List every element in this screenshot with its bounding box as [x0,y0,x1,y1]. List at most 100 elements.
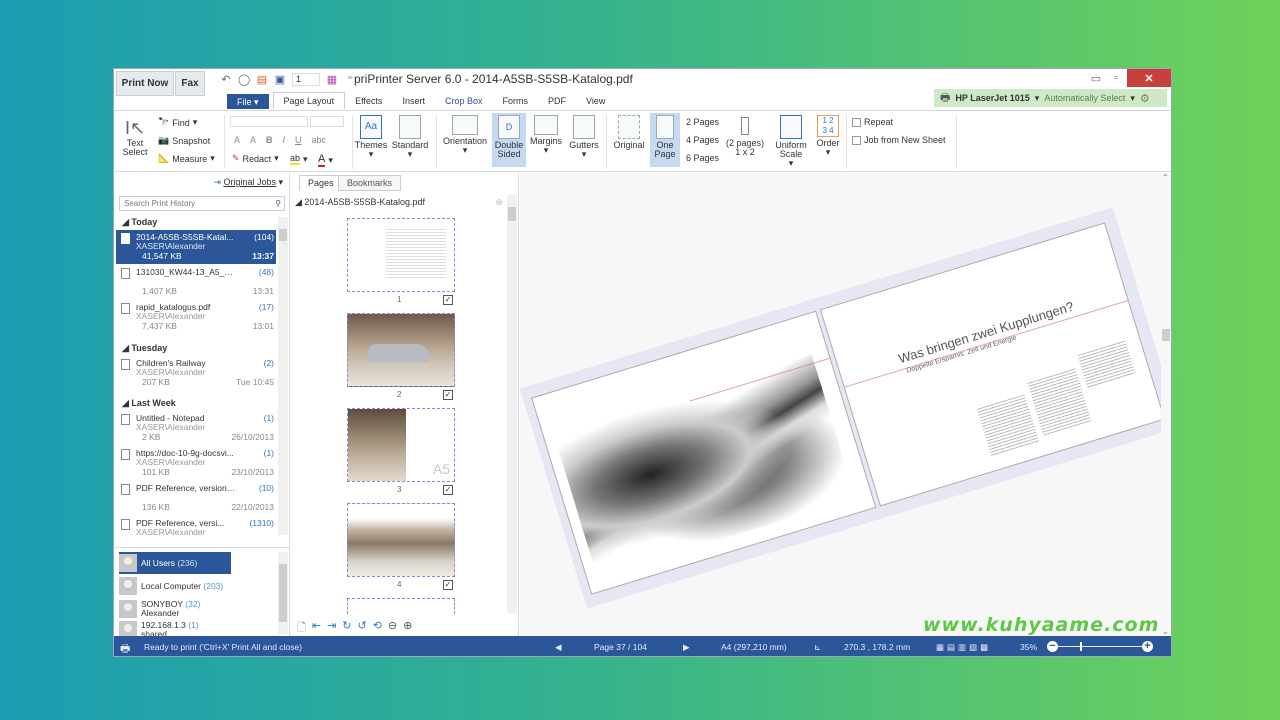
next-page-button[interactable]: ▶ [683,642,690,653]
history-job[interactable]: Children's Railway (2) XASER\Alexander 2… [116,356,276,390]
tab-pages[interactable]: Pages [299,175,343,191]
strikethrough-button[interactable]: abc [312,135,327,145]
page-thumbnail[interactable]: A5 [347,408,455,482]
group-tuesday[interactable]: ◢ Tuesday [122,343,167,354]
settings-gear-icon[interactable]: ⚙ [1140,92,1150,105]
standard-button[interactable]: Standard ▾ [390,115,430,159]
print-preview-area[interactable]: Was bringen zwei Kupplungen? Doppelte Er… [519,173,1171,636]
n-up-button[interactable]: (2 pages) 1 x 2 [724,117,766,157]
page-thumbnail[interactable] [347,313,455,387]
printer-selector[interactable]: 🖶 HP LaserJet 1015 ▾ Automatically Selec… [934,89,1167,107]
order-button[interactable]: 1 23 4 Order ▾ [814,115,842,157]
document-node[interactable]: ◢ 2014-A5SB-S5SB-Katalog.pdf ⊗ [295,195,503,209]
repeat-checkbox[interactable]: Repeat [852,117,893,127]
shrink-font-button[interactable]: A [250,135,256,145]
tab-bookmarks[interactable]: Bookmarks [338,175,402,191]
scroll-down-icon[interactable]: ⌄ [1162,627,1169,636]
page-indicator[interactable]: Page 37 / 104 [594,642,647,652]
redact-button[interactable]: ✎ Redact ▾ [232,153,279,164]
group-last-week[interactable]: ◢ Last Week [122,398,176,409]
copies-input[interactable]: 1 [292,73,320,86]
history-job[interactable]: https://doc-10-9g-docsvi... (1) XASER\Al… [116,446,276,480]
copy-stack-icon[interactable]: ▦ [326,74,338,86]
page-checkbox[interactable]: ✓ [443,390,453,400]
history-scrollbar[interactable] [278,217,288,535]
page-checkbox[interactable]: ✓ [443,580,453,590]
underline-button[interactable]: U [295,135,302,145]
user-item[interactable]: All Users (236) [119,552,231,574]
original-button[interactable]: Original [610,115,648,150]
themes-button[interactable]: Aa Themes ▾ [354,115,388,159]
font-family-combo[interactable] [230,116,308,127]
printer-dropdown-icon[interactable]: ▾ [1035,93,1040,104]
tab-file[interactable]: File ▾ [227,94,269,109]
print-now-button[interactable]: Print Now [116,71,174,96]
history-job[interactable]: PDF Reference, version ... (10) 136 KB 2… [116,481,276,515]
two-pages-button[interactable]: 2 Pages [686,117,719,127]
zoom-slider[interactable] [1056,642,1146,651]
bold-button[interactable]: B [266,135,273,145]
gutters-button[interactable]: Gutters ▾ [566,115,602,159]
circle-icon[interactable]: ◯ [238,74,250,86]
group-today[interactable]: ◢ Today [122,217,157,228]
user-item[interactable]: 192.168.1.3 (1) shared [119,621,231,637]
highlight-button[interactable]: ab ▾ [290,153,308,165]
snapshot-button[interactable]: 📷 Snapshot [158,135,210,146]
fax-button[interactable]: Fax [175,71,205,96]
font-size-combo[interactable] [310,116,344,127]
pages-scrollbar[interactable] [507,195,517,613]
tab-page-layout[interactable]: Page Layout [272,92,346,109]
margins-button[interactable]: Margins ▾ [528,115,564,155]
tab-crop-box[interactable]: Crop Box [435,93,493,109]
scroll-up-icon[interactable]: ⌃ [1162,173,1169,182]
orientation-button[interactable]: Orientation ▾ [440,115,490,155]
zoom-in-button[interactable]: + [1142,641,1153,652]
save-icon[interactable]: ▣ [274,74,286,86]
tray-dropdown-icon[interactable]: ▾ [1130,93,1135,104]
tab-insert[interactable]: Insert [392,93,435,109]
four-pages-button[interactable]: 4 Pages [686,135,719,145]
page-checkbox[interactable]: ✓ [443,295,453,305]
original-jobs-dropdown[interactable]: ⇥ Original Jobs ▾ [213,177,283,188]
close-document-icon[interactable]: ⊗ [495,195,503,209]
page-thumbnail[interactable] [347,503,455,577]
preview-scrollbar[interactable]: ⌃ ⌄ [1161,173,1171,636]
text-select-button[interactable]: I↖ Text Select [120,117,150,157]
tab-pdf[interactable]: PDF [538,93,576,109]
italic-button[interactable]: I [283,135,286,145]
history-job[interactable]: Untitled - Notepad (1) XASER\Alexander 2… [116,411,276,445]
maximize-button[interactable]: ▫ [1107,69,1125,87]
tray-selector[interactable]: Automatically Select [1044,93,1125,103]
printer-name[interactable]: HP LaserJet 1015 [955,93,1029,103]
font-color-button[interactable]: A ▾ [318,153,333,167]
grow-font-button[interactable]: A [234,135,240,145]
tab-effects[interactable]: Effects [345,93,392,109]
search-history-input[interactable]: Search Print History ⚲ [119,196,285,211]
prev-page-button[interactable]: ◀ [555,642,562,653]
history-job[interactable]: PDF Reference, versi... (1310) XASER\Ale… [116,516,276,538]
open-file-icon[interactable]: ▤ [256,74,268,86]
measure-button[interactable]: 📐 Measure ▾ [158,153,215,164]
find-button[interactable]: 🔭 Find ▾ [158,117,197,128]
undo-icon[interactable]: ↶ [220,74,232,86]
view-mode-buttons[interactable]: ▦▤▥▧▩ [936,642,991,653]
one-page-button[interactable]: One Page [650,113,680,167]
user-item[interactable]: SONYBOY (32) Alexander [119,598,231,620]
users-scrollbar[interactable] [278,552,288,634]
double-sided-button[interactable]: D Double Sided [492,113,526,167]
minimize-button[interactable]: ▭ [1087,69,1105,87]
page-checkbox[interactable]: ✓ [443,485,453,495]
search-icon[interactable]: ⚲ [275,197,281,210]
tab-forms[interactable]: Forms [492,93,538,109]
user-item[interactable]: Local Computer (203) [119,575,231,597]
tab-view[interactable]: View [576,93,615,109]
history-job[interactable]: 131030_KW44-13_A5_S... (48) 1,407 KB 13:… [116,265,276,299]
page-thumbnail[interactable] [347,218,455,292]
page-thumbnail[interactable] [347,598,455,614]
close-button[interactable]: ✕ [1127,69,1171,87]
job-from-new-sheet-checkbox[interactable]: Job from New Sheet [852,135,946,145]
history-job[interactable]: rapid_katalogus.pdf (17) XASER\Alexander… [116,300,276,334]
history-job[interactable]: 2014-A5SB-S5SB-Katal... (104) XASER\Alex… [116,230,276,264]
zoom-slider-thumb[interactable] [1079,642,1082,651]
uniform-scale-button[interactable]: Uniform Scale ▾ [772,115,810,168]
